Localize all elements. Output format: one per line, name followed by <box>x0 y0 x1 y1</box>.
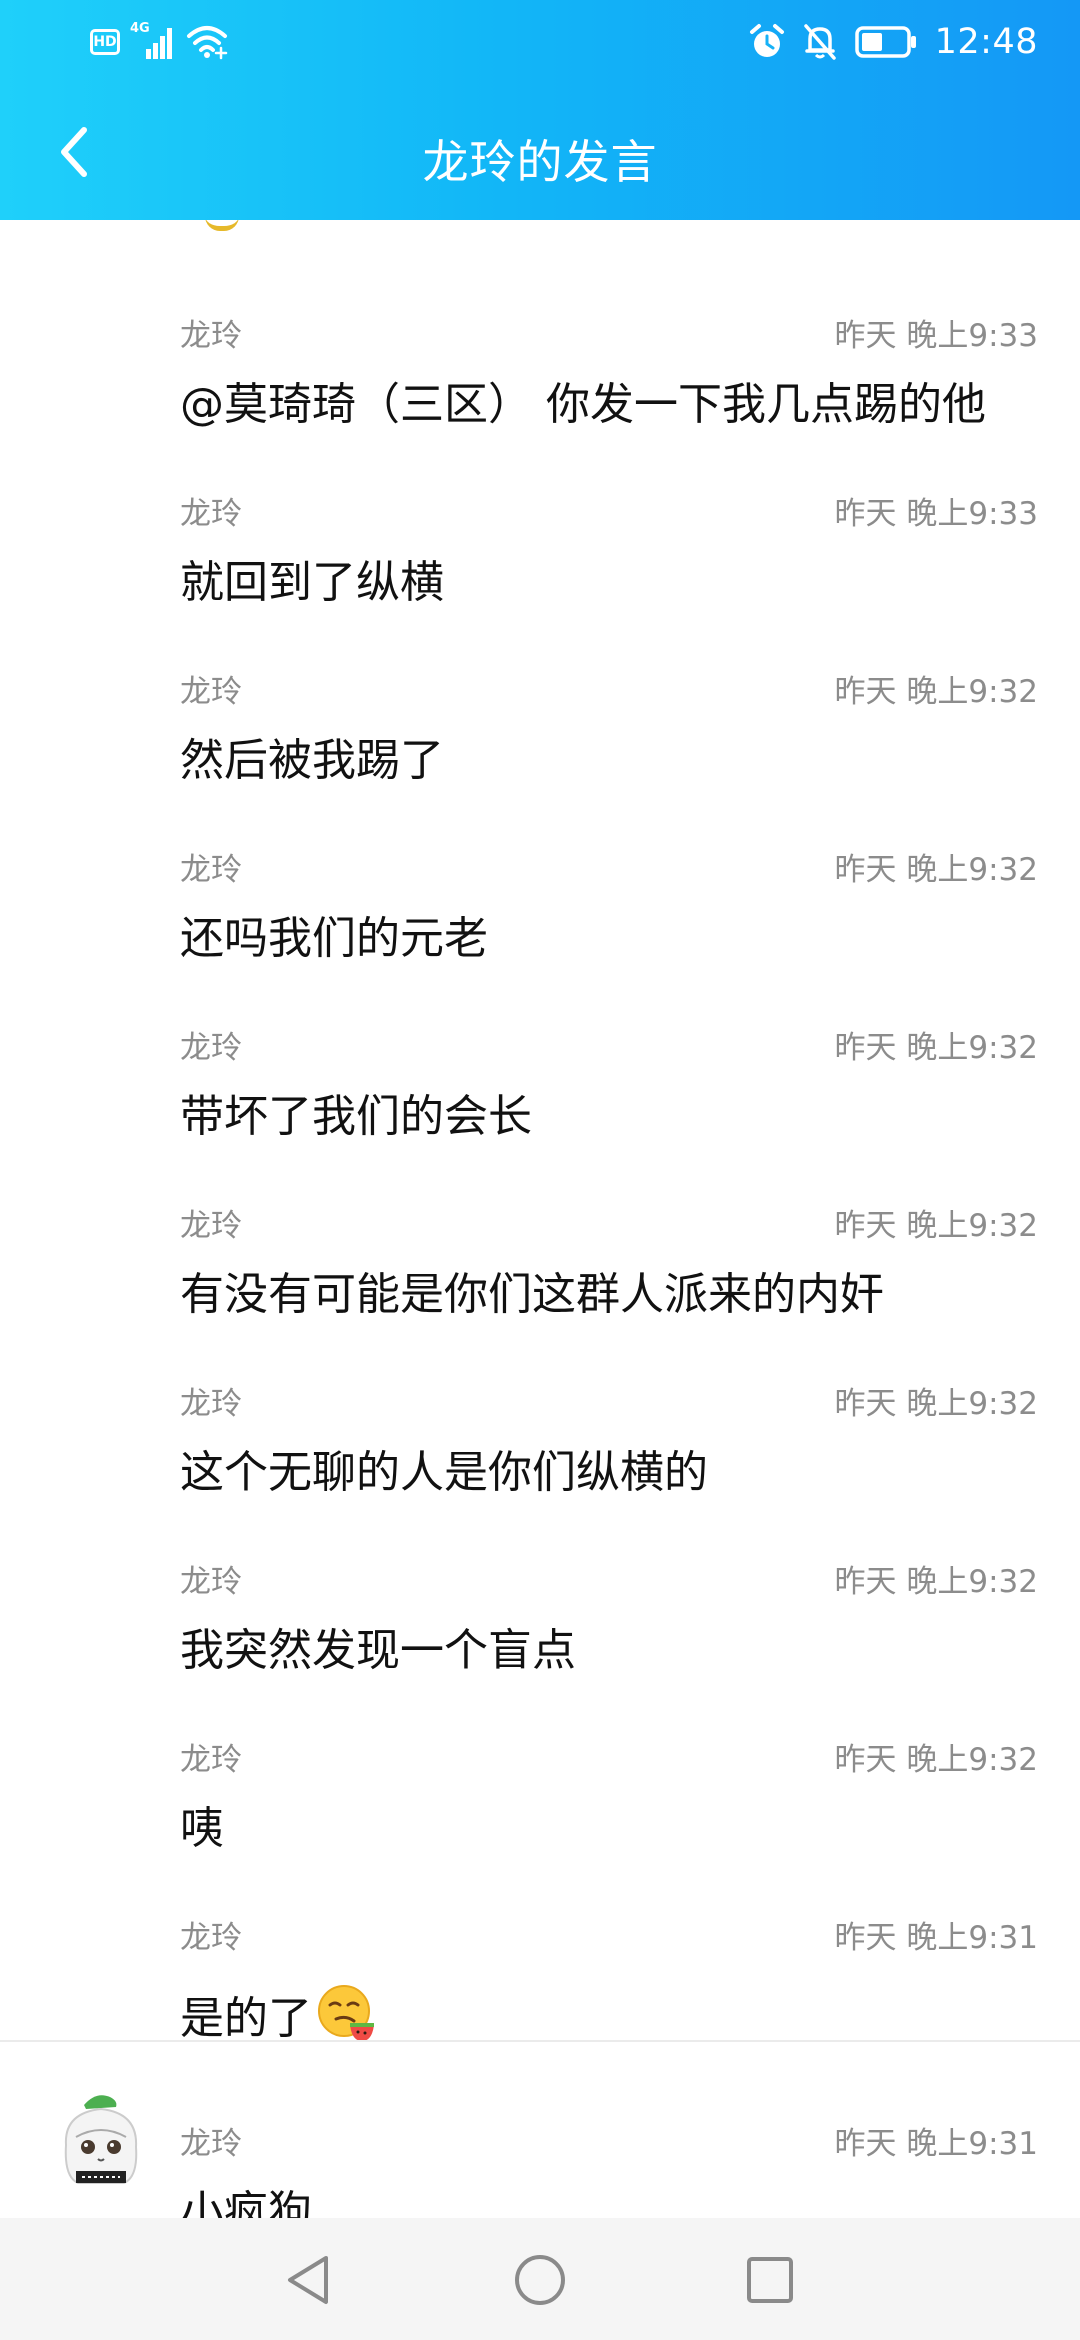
home-circle-icon <box>515 2255 565 2305</box>
hd-icon: HD <box>90 29 120 55</box>
sender-name: 龙玲 <box>180 674 242 710</box>
message-item[interactable]: 龙玲 昨天 晚上9:33 就回到了纵横 <box>0 428 1080 608</box>
sender-name: 龙玲 <box>180 1564 242 1600</box>
status-left: HD 4G <box>90 21 228 62</box>
message-item[interactable]: 龙玲 昨天 晚上9:32 我突然发现一个盲点 <box>0 1496 1080 1676</box>
message-text: 是的了 <box>180 1982 376 2046</box>
message-time: 昨天 晚上9:32 <box>834 1030 1038 1066</box>
message-item[interactable]: 龙玲 昨天 晚上9:32 还吗我们的元老 <box>0 784 1080 964</box>
message-item[interactable]: 龙玲 昨天 晚上9:33 @莫琦琦（三区） 你发一下我几点踢的他 <box>0 250 1080 430</box>
sender-name: 龙玲 <box>180 1030 242 1066</box>
message-text: 有没有可能是你们这群人派来的内奸 <box>180 1269 884 1320</box>
message-text: 小疯狗 <box>180 2187 312 2218</box>
message-time: 昨天 晚上9:31 <box>834 1920 1038 1956</box>
message-text: 还吗我们的元老 <box>180 913 488 964</box>
message-text: 我突然发现一个盲点 <box>180 1625 576 1676</box>
recents-square-icon <box>747 2257 793 2303</box>
wifi-icon <box>187 26 228 60</box>
signal-icon: 4G <box>130 21 176 61</box>
sender-name: 龙玲 <box>180 1208 242 1244</box>
title-bar: 龙玲的发言 <box>0 108 1080 198</box>
message-item[interactable]: 龙玲 昨天 晚上9:32 带坏了我们的会长 <box>0 962 1080 1142</box>
message-text: 带坏了我们的会长 <box>180 1091 532 1142</box>
message-item[interactable]: 龙玲 昨天 晚上9:31 是的了 <box>0 1852 1080 2044</box>
back-triangle-icon <box>288 2256 328 2304</box>
message-time: 昨天 晚上9:31 <box>834 2126 1038 2162</box>
nav-recents-button[interactable] <box>738 2248 802 2312</box>
message-time: 昨天 晚上9:32 <box>834 1564 1038 1600</box>
message-time: 昨天 晚上9:32 <box>834 1208 1038 1244</box>
watermelon-smirk-emoji <box>318 1985 374 2041</box>
message-time: 昨天 晚上9:33 <box>834 496 1038 532</box>
message-time: 昨天 晚上9:32 <box>834 852 1038 888</box>
nav-home-button[interactable] <box>508 2248 572 2312</box>
status-bar: HD 4G 12:48 <box>0 0 1080 84</box>
sender-name: 龙玲 <box>180 1742 242 1778</box>
message-time: 昨天 晚上9:32 <box>834 1742 1038 1778</box>
message-text: 咦 <box>180 1803 224 1854</box>
message-feed[interactable]: 龙玲 昨天 晚上9:33 @莫琦琦（三区） 你发一下我几点踢的他 龙玲 昨天 晚… <box>0 220 1080 2218</box>
message-time: 昨天 晚上9:32 <box>834 674 1038 710</box>
nav-back-button[interactable] <box>276 2248 340 2312</box>
message-item[interactable]: 龙玲 昨天 晚上9:32 然后被我踢了 <box>0 606 1080 786</box>
status-right: 12:48 <box>749 18 1038 66</box>
mute-icon <box>803 24 836 60</box>
message-text: 然后被我踢了 <box>180 735 444 786</box>
message-time: 昨天 晚上9:33 <box>834 318 1038 354</box>
sender-name: 龙玲 <box>180 318 242 354</box>
divider <box>0 2040 1080 2042</box>
sender-name: 龙玲 <box>180 1386 242 1422</box>
message-item[interactable]: 龙玲 昨天 晚上9:32 这个无聊的人是你们纵横的 <box>0 1318 1080 1498</box>
clock-time: 12:48 <box>934 22 1038 62</box>
sender-name: 龙玲 <box>180 852 242 888</box>
message-text: 这个无聊的人是你们纵横的 <box>180 1447 708 1498</box>
sender-name: 龙玲 <box>180 2126 242 2162</box>
alarm-icon <box>749 24 784 57</box>
message-text-content: 是的了 <box>180 1993 312 2044</box>
clipped-emoji-fragment <box>205 220 239 231</box>
battery-icon <box>854 26 916 58</box>
message-item[interactable]: 龙玲 昨天 晚上9:32 有没有可能是你们这群人派来的内奸 <box>0 1140 1080 1320</box>
message-item[interactable]: 龙玲 昨天 晚上9:32 咦 <box>0 1674 1080 1854</box>
page-title: 龙玲的发言 <box>422 135 658 189</box>
message-time: 昨天 晚上9:32 <box>834 1386 1038 1422</box>
app-header: HD 4G 12:48 龙玲的发言 <box>0 0 1080 220</box>
sender-name: 龙玲 <box>180 496 242 532</box>
sender-name: 龙玲 <box>180 1920 242 1956</box>
message-item[interactable]: 龙玲 昨天 晚上9:31 小疯狗 <box>0 2058 1080 2218</box>
message-text: @莫琦琦（三区） 你发一下我几点踢的他 <box>180 379 986 430</box>
system-nav-bar <box>0 2218 1080 2340</box>
message-text: 就回到了纵横 <box>180 557 444 608</box>
